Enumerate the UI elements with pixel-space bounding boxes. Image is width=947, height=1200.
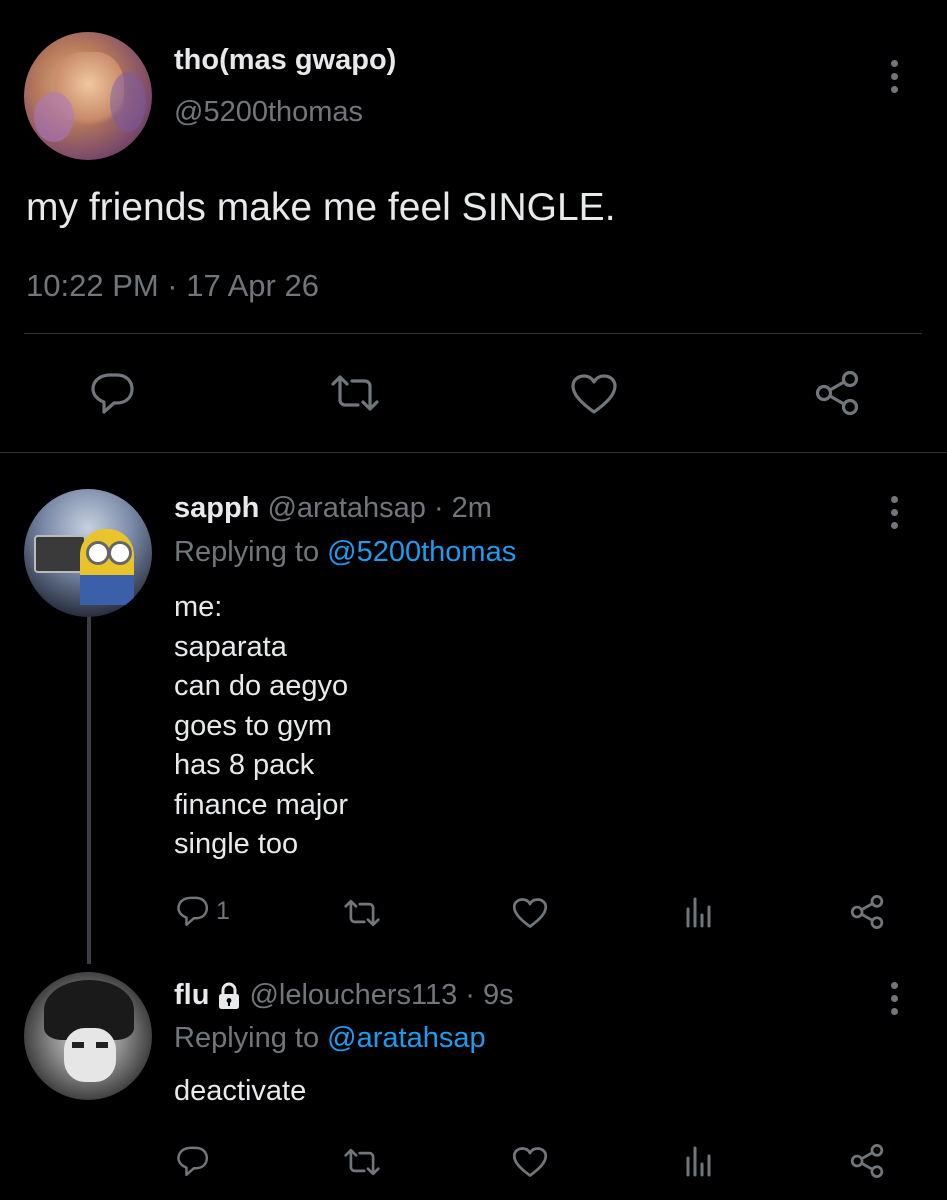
reply-retweet-icon[interactable]: [342, 898, 382, 928]
reply-reply-icon[interactable]: [176, 1145, 210, 1177]
divider: [24, 333, 922, 334]
reply-author-name[interactable]: sapph: [174, 492, 259, 524]
reply-header: flu @lelouchers113 · 9s: [174, 979, 514, 1012]
reply-views-icon[interactable]: [684, 895, 714, 929]
main-author-name[interactable]: tho(mas gwapo): [174, 44, 396, 77]
reply-text-line: can do aegyo: [174, 670, 349, 702]
reply-reply-button[interactable]: 1: [176, 895, 230, 927]
lock-icon: [217, 982, 241, 1010]
reply-text-line: has 8 pack: [174, 749, 315, 781]
reply-text-line: deactivate: [174, 1075, 307, 1107]
main-share-icon[interactable]: [812, 368, 862, 418]
reply-author-avatar[interactable]: [24, 972, 152, 1100]
replying-to-prefix: Replying to: [174, 536, 320, 568]
replying-to-link[interactable]: @aratahsap: [327, 1022, 485, 1054]
replying-to: Replying to @5200thomas: [174, 536, 516, 569]
reply-text: me: saparata can do aegyo goes to gym ha…: [174, 588, 348, 865]
main-more-icon[interactable]: [890, 60, 898, 93]
reply-text-line: finance major: [174, 788, 349, 821]
reply-header: sapph @aratahsap · 2m: [174, 492, 492, 525]
reply-share-icon[interactable]: [848, 1142, 886, 1180]
main-author-avatar[interactable]: [24, 32, 152, 160]
reply-author-name[interactable]: flu: [174, 979, 209, 1012]
reply-more-icon[interactable]: [890, 496, 898, 529]
reply-text-line: me:: [174, 591, 223, 623]
main-tweet-timestamp: 10:22 PM · 17 Apr 26: [26, 268, 319, 303]
reply-author-handle[interactable]: @aratahsap: [267, 492, 425, 524]
reply-count: 1: [216, 896, 230, 925]
main-like-icon[interactable]: [570, 373, 618, 415]
reply-text: deactivate: [174, 1072, 306, 1112]
main-reply-icon[interactable]: [90, 371, 136, 415]
replying-to-link[interactable]: @5200thomas: [327, 536, 516, 568]
reply-retweet-icon[interactable]: [342, 1147, 382, 1177]
reply-text-line: saparata: [174, 630, 287, 663]
reply-share-icon[interactable]: [848, 893, 886, 931]
replying-to-prefix: Replying to: [174, 1022, 320, 1054]
reply-time: · 9s: [465, 979, 514, 1011]
replying-to: Replying to @aratahsap: [174, 1022, 486, 1055]
reply-author-avatar[interactable]: [24, 489, 152, 617]
reply-like-icon[interactable]: [512, 1146, 548, 1178]
main-tweet-text: my friends make me feel SINGLE.: [26, 186, 616, 229]
reply-like-icon[interactable]: [512, 897, 548, 929]
reply-author-handle[interactable]: @lelouchers113: [249, 979, 457, 1012]
reply-icon: [177, 896, 209, 927]
main-author-handle[interactable]: @5200thomas: [174, 96, 363, 129]
reply-more-icon[interactable]: [890, 982, 898, 1015]
reply-text-line: goes to gym: [174, 709, 332, 742]
thread-line: [87, 612, 91, 964]
divider: [0, 452, 947, 453]
reply-time: · 2m: [433, 492, 492, 524]
main-retweet-icon[interactable]: [328, 373, 382, 413]
reply-text-line: single too: [174, 828, 299, 860]
reply-views-icon[interactable]: [684, 1144, 714, 1178]
